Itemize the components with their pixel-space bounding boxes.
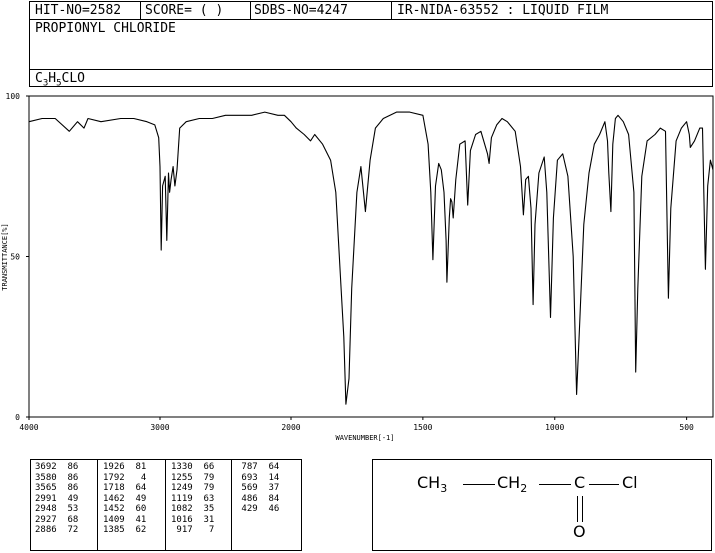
y-axis-label: TRANSMITTANCE[%] [1,223,9,290]
peak-table-column-divider [231,460,232,550]
structure-box: CH3 CH2 C Cl O [372,459,712,551]
ch2-group: CH2 [497,473,527,495]
peak-table-row: 1249 79 [171,483,215,493]
chlorine-atom: Cl [622,473,638,492]
bond-line [539,484,571,485]
peak-table-row: 1255 79 [171,472,215,483]
peak-table-row: 3565 86 [35,483,79,493]
oxygen-atom: O [573,522,586,541]
peak-table-column: 1926 81 1792 4 1718 64 1462 49 1452 60 1409 4… [103,462,146,536]
peak-table-row: 1926 81 [103,462,147,472]
peak-table-row: 1082 35 [171,504,215,514]
x-tick-label: 4000 [19,423,38,432]
x-axis-ticks: 4000 3000 2000 1500 1000 500 [19,417,694,432]
y-tick-label: 50 [10,253,20,262]
peak-table-row: 569 37 [236,483,280,493]
peak-table-column: 1330 66 1255 79 1249 79 1119 63 1082 35 1016 … [171,462,214,536]
y-tick-label: 0 [15,413,20,422]
peak-table-row: 2991 49 [35,493,79,504]
x-tick-label: 3000 [150,423,169,432]
y-tick-label: 100 [6,92,21,101]
ir-spectrum-chart: 4000 3000 2000 1500 1000 500 100500 WAVENUMBE… [1,92,714,442]
peak-table-row: 1119 63 [171,493,215,504]
x-tick-label: 1000 [545,423,564,432]
double-bond-left [577,496,578,522]
peak-table-row: 2948 53 [35,504,79,514]
peak-table-column: 787 64 693 14 569 37 486 84 429 46 [236,462,279,515]
peak-table-column-divider [97,460,98,550]
bond-line [589,484,619,485]
y-axis-ticks: 100 50 0 [6,92,29,422]
peak-table-row: 3580 86 [35,472,79,483]
spectrum-trace [28,111,714,405]
peak-table-row: 2886 72 [35,525,79,535]
peak-table-row: 2927 68 [35,514,79,525]
peak-table-row: 1718 64 [103,483,147,493]
carbonyl-carbon: C [574,473,586,492]
peak-table-row: 429 46 [236,504,280,514]
double-bond-right [582,496,583,522]
peak-table-row: 1016 31 [171,514,215,525]
peak-table-row: 1452 60 [103,504,147,514]
peak-table-row: 1409 41 [103,514,147,525]
bond-line [463,484,495,485]
ch2-subscript: 2 [520,482,528,496]
ch3-group: CH3 [417,473,447,495]
peak-table-row: 486 84 [236,493,280,504]
peak-table-row: 1792 4 [103,472,147,483]
x-tick-label: 2000 [281,423,300,432]
peak-table-row: 3692 86 [35,462,79,472]
peak-table-row: 787 64 [236,462,280,472]
x-axis-label: WAVENUMBER[-1] [335,434,394,442]
peak-table-row: 1385 62 [103,525,147,535]
peak-table-column: 3692 86 3580 86 3565 86 2991 49 2948 53 2927 … [35,462,78,536]
ch2-label: CH [497,473,521,492]
x-tick-label: 500 [679,423,694,432]
peak-table-row: 917 7 [171,525,215,535]
ch3-label: CH [417,473,441,492]
peak-table-row: 1330 66 [171,462,215,472]
peak-table-column-divider [165,460,166,550]
x-tick-label: 1500 [413,423,432,432]
peak-table: 3692 86 3580 86 3565 86 2991 49 2948 53 2927 … [30,459,302,551]
plot-frame [28,95,714,418]
ch3-subscript: 3 [440,482,448,496]
peak-table-row: 1462 49 [103,493,147,504]
peak-table-row: 693 14 [236,472,280,483]
